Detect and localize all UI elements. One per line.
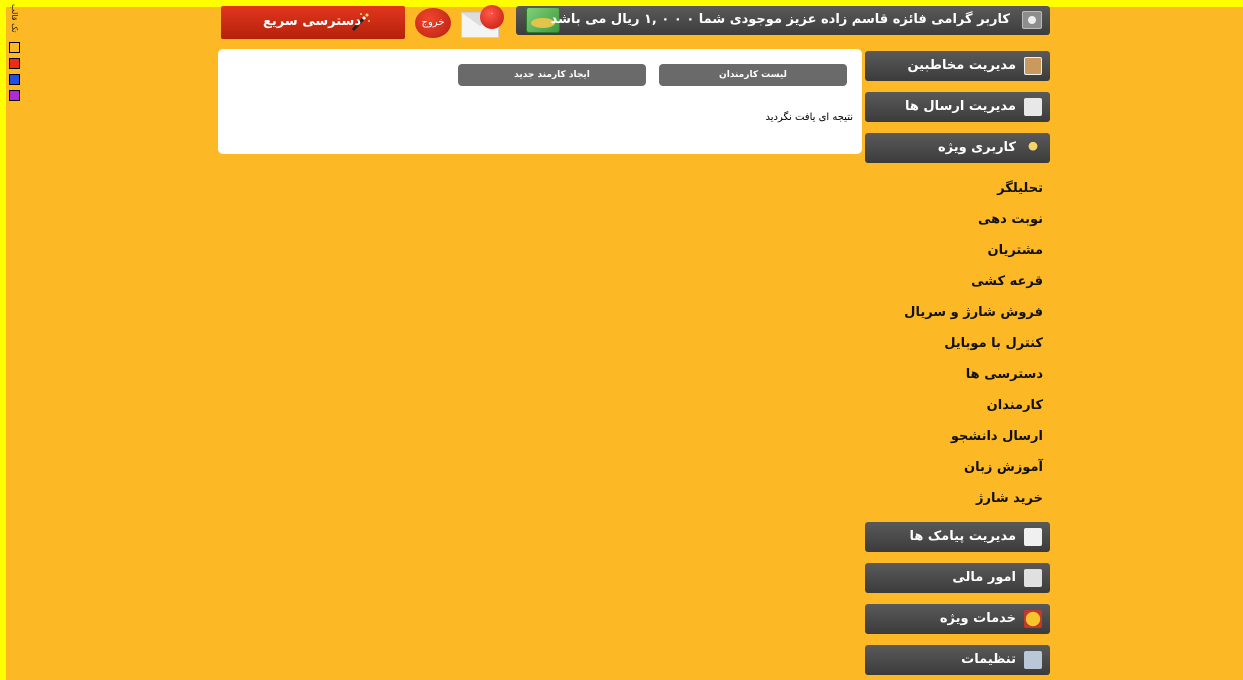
new-employee-button[interactable]: ایجاد کارمند جدید xyxy=(458,64,646,86)
sub-item-appointments[interactable]: نوبت دهی xyxy=(978,212,1043,227)
sub-item-student-send[interactable]: ارسال دانشجو xyxy=(951,429,1043,444)
theme-label: تک قالب xyxy=(10,4,19,33)
sidebar-item-finance[interactable]: امور مالی xyxy=(865,563,1050,593)
notification-badge[interactable]: ۰ xyxy=(480,5,504,29)
quick-access-button[interactable]: دسترسی سریع xyxy=(221,6,405,39)
sidebar-item-messages[interactable]: مدیریت پیامک ها xyxy=(865,522,1050,552)
balance-text: کاربر گرامی فائزه قاسم زاده عزیز موجودی … xyxy=(550,12,1010,27)
sub-item-language[interactable]: آموزش زبان xyxy=(964,460,1043,475)
account-icon xyxy=(1022,11,1042,29)
monitor-icon xyxy=(1024,651,1042,669)
send-icon xyxy=(1024,98,1042,116)
sub-item-lottery[interactable]: قرعه کشی xyxy=(971,274,1043,289)
sub-item-mobile-control[interactable]: کنترل با موبایل xyxy=(944,336,1043,351)
sidebar-item-label: مدیریت پیامک ها xyxy=(909,529,1016,544)
sidebar-item-label: کاربری ویژه xyxy=(937,140,1016,155)
sub-item-buy-charge[interactable]: خرید شارژ xyxy=(976,491,1043,506)
no-result-text: نتیجه ای یافت نگردید xyxy=(765,112,853,123)
contacts-icon xyxy=(1024,57,1042,75)
sidebar-item-label: مدیریت ارسال ها xyxy=(904,99,1016,114)
sub-item-access[interactable]: دسترسی ها xyxy=(966,367,1043,382)
left-border xyxy=(0,0,6,680)
envelope-icon xyxy=(1024,528,1042,546)
sidebar-item-label: خدمات ویژه xyxy=(939,611,1016,626)
theme-swatch-blue[interactable] xyxy=(9,74,20,85)
sidebar-item-contacts[interactable]: مدیریت مخاطبین xyxy=(865,51,1050,81)
content-panel: لیست کارمندان ایجاد کارمند جدید نتیجه ای… xyxy=(218,49,862,154)
employee-list-button[interactable]: لیست کارمندان xyxy=(659,64,847,86)
document-icon xyxy=(1024,569,1042,587)
sidebar-item-special-services[interactable]: خدمات ویژه xyxy=(865,604,1050,634)
user-star-icon xyxy=(1024,139,1042,157)
theme-swatch-purple[interactable] xyxy=(9,90,20,101)
theme-swatch-orange[interactable] xyxy=(9,42,20,53)
balance-bar: کاربر گرامی فائزه قاسم زاده عزیز موجودی … xyxy=(516,6,1050,35)
sidebar-item-special-user[interactable]: کاربری ویژه xyxy=(865,133,1050,163)
sidebar-item-settings[interactable]: تنظیمات xyxy=(865,645,1050,675)
sub-item-charge-sales[interactable]: فروش شارژ و سریال xyxy=(904,305,1043,320)
sub-item-employees[interactable]: کارمندان xyxy=(987,398,1043,413)
quick-access-label: دسترسی سریع xyxy=(263,14,361,29)
sidebar-item-label: امور مالی xyxy=(952,570,1016,585)
logout-button[interactable]: خروج xyxy=(415,8,451,38)
sub-item-customers[interactable]: مشتریان xyxy=(987,243,1043,258)
sub-item-analyst[interactable]: تحلیلگر xyxy=(997,181,1043,196)
medal-icon xyxy=(1024,610,1042,628)
sidebar-item-sends[interactable]: مدیریت ارسال ها xyxy=(865,92,1050,122)
theme-swatch-red[interactable] xyxy=(9,58,20,69)
sidebar-item-label: مدیریت مخاطبین xyxy=(907,58,1016,73)
sidebar-item-label: تنظیمات xyxy=(961,652,1016,667)
